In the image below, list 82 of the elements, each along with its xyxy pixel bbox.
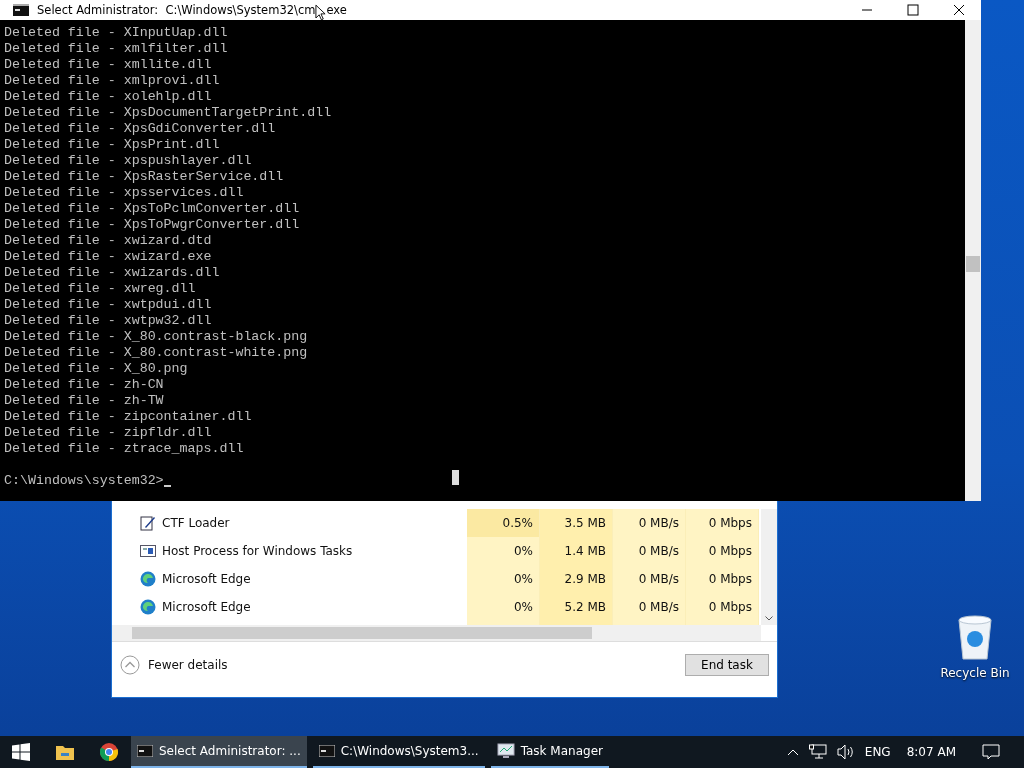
taskbar-button[interactable]: Select Administrator: ...	[131, 736, 307, 768]
chrome-icon[interactable]	[100, 743, 118, 761]
console-line: Deleted file - zipfldr.dll	[4, 425, 213, 441]
process-name: Host Process for Windows Tasks	[162, 544, 353, 558]
process-name: CTF Loader	[162, 516, 230, 530]
recycle-bin-label: Recycle Bin	[940, 666, 1010, 680]
window-title: Select Administrator: C:\Windows\System32\cm	[37, 3, 316, 17]
cpu-cell: 0%	[467, 537, 540, 565]
disk-cell: 0 MB/s	[613, 509, 686, 537]
console-line: Deleted file - ztrace_maps.dll	[4, 441, 245, 457]
console-line: Deleted file - xpsservices.dll	[4, 185, 245, 201]
console-line: Deleted file - X_80.contrast-black.png	[4, 329, 309, 345]
console-line: Deleted file - xwizard.dtd	[4, 233, 213, 249]
fewer-details-link[interactable]: Fewer details	[148, 658, 228, 672]
language-indicator[interactable]: ENG	[864, 745, 891, 759]
network-icon[interactable]	[808, 744, 827, 760]
console-line: Deleted file - X_80.png	[4, 361, 189, 377]
console-line: Deleted file - xwizard.exe	[4, 249, 213, 265]
speaker-icon[interactable]	[836, 744, 855, 760]
maximize-icon[interactable]	[907, 4, 919, 16]
disk-cell: 0 MB/s	[613, 565, 686, 593]
monitor-icon	[496, 743, 515, 759]
console-line: Deleted file - XpsPrint.dll	[4, 137, 221, 153]
console-line: Deleted file - xwizards.dll	[4, 265, 221, 281]
taskbar-button[interactable]: C:\Windows\System3...	[312, 736, 485, 768]
taskbar-button[interactable]: Task Manager	[490, 736, 609, 768]
console-line: Deleted file - XpsDocumentTargetPrint.dll	[4, 105, 333, 121]
network-cell: 0 Mbps	[686, 509, 759, 537]
console-line: Deleted file - XpsGdiConverter.dll	[4, 121, 277, 137]
window-title-end: exe	[326, 3, 347, 17]
console-line: Deleted file - XpsToPclmConverter.dll	[4, 201, 301, 217]
console-line: Deleted file - xwtpdui.dll	[4, 297, 213, 313]
horizontal-scrollbar[interactable]	[112, 625, 761, 641]
end-task-button[interactable]: End task	[685, 654, 769, 676]
window-icon	[140, 544, 156, 558]
network-cell: 0 Mbps	[686, 565, 759, 593]
notification-icon[interactable]	[982, 744, 1000, 760]
console-icon	[318, 745, 335, 757]
vertical-scrollbar[interactable]	[965, 20, 981, 501]
console-icon	[137, 745, 153, 757]
memory-cell: 3.5 MB	[540, 509, 613, 537]
text-cursor	[163, 485, 171, 487]
recycle-bin-icon[interactable]	[956, 614, 994, 660]
cpu-cell: 0%	[467, 593, 540, 621]
console-line: Deleted file - zh-CN	[4, 377, 165, 393]
chevron-up-icon[interactable]	[786, 748, 799, 756]
console-line: Deleted file - xwreg.dll	[4, 281, 197, 297]
disk-cell: 0 MB/s	[613, 537, 686, 565]
clock[interactable]: 8:07 AM	[906, 745, 956, 759]
edge-icon	[140, 571, 156, 587]
console-line: Deleted file - zipcontainer.dll	[4, 409, 253, 425]
memory-cell: 2.9 MB	[540, 565, 613, 593]
console-line: Deleted file - xmllite.dll	[4, 57, 213, 73]
command-prompt: C:\Windows\system32>	[4, 473, 164, 489]
vertical-scrollbar[interactable]	[761, 509, 777, 625]
network-cell: 0 Mbps	[686, 537, 759, 565]
scroll-down-icon[interactable]	[765, 616, 773, 621]
memory-cell: 5.2 MB	[540, 593, 613, 621]
folder-icon[interactable]	[56, 744, 74, 760]
disk-cell: 0 MB/s	[613, 593, 686, 621]
console-line: Deleted file - xmlfilter.dll	[4, 41, 229, 57]
console-line: Deleted file - XpsRasterService.dll	[4, 169, 285, 185]
console-line: Deleted file - XInputUap.dll	[4, 25, 229, 41]
console-line: Deleted file - xmlprovi.dll	[4, 73, 221, 89]
process-name: Microsoft Edge	[162, 572, 251, 586]
cpu-cell: 0.5%	[467, 509, 540, 537]
cpu-cell: 0%	[467, 565, 540, 593]
memory-cell: 1.4 MB	[540, 537, 613, 565]
console-line: Deleted file - xpspushlayer.dll	[4, 153, 253, 169]
block-cursor	[452, 470, 459, 485]
close-icon[interactable]	[953, 4, 965, 16]
edge-icon	[140, 599, 156, 615]
console-icon	[13, 4, 29, 16]
console-line: Deleted file - xwtpw32.dll	[4, 313, 213, 329]
console-line: Deleted file - XpsToPwgrConverter.dll	[4, 217, 301, 233]
console-line: Deleted file - zh-TW	[4, 393, 165, 409]
windows-logo-icon[interactable]	[12, 743, 30, 761]
console-line: Deleted file - X_80.contrast-white.png	[4, 345, 309, 361]
process-name: Microsoft Edge	[162, 600, 251, 614]
network-cell: 0 Mbps	[686, 593, 759, 621]
pen-icon	[140, 515, 156, 531]
console-line: Deleted file - xolehlp.dll	[4, 89, 213, 105]
